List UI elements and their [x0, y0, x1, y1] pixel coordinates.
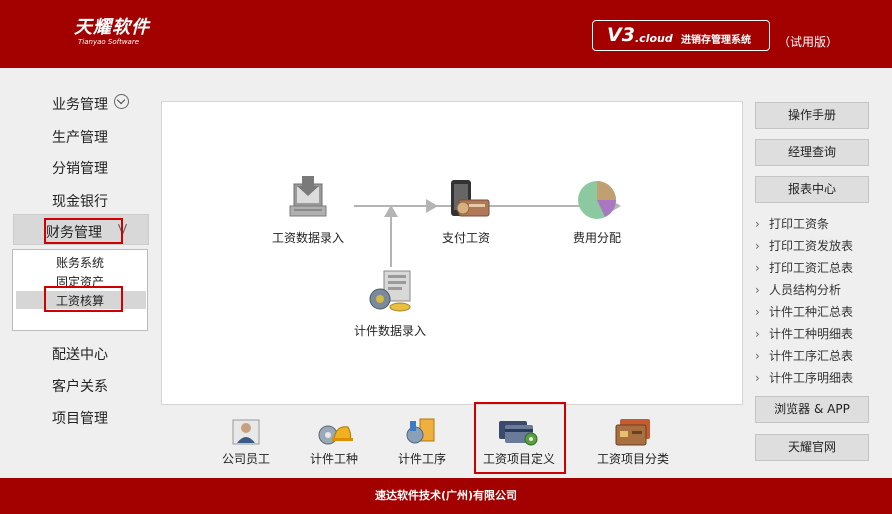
top-header-bar: 天耀软件 Tianyao Software V3 .cloud 进销存管理系统 … — [0, 0, 892, 68]
pie-chart-icon — [578, 181, 616, 219]
flow-node-cost-allocation[interactable]: 费用分配 — [562, 180, 632, 246]
expand-chevron-icon[interactable] — [114, 94, 129, 109]
trial-label: （试用版） — [778, 35, 839, 49]
flow-node-wage-entry[interactable]: 工资数据录入 — [267, 174, 349, 246]
wage-item-category-label: 工资项目分类 — [596, 452, 669, 466]
report-link-label: 打印工资发放表 — [769, 239, 854, 253]
footer-bar: 速达软件技术(广州)有限公司 — [0, 478, 892, 514]
footer-company: 速达软件技术(广州)有限公司 — [374, 489, 518, 502]
arrow-up-icon — [384, 205, 398, 217]
report-link-label: 打印工资条 — [769, 217, 830, 231]
payroll-highlight-box — [44, 286, 123, 312]
wage-item-definition-highlight-box — [474, 402, 566, 474]
process-icon — [406, 418, 435, 444]
report-link-label: 计件工种明细表 — [769, 327, 854, 341]
report-link-7[interactable]: › 计件工序明细表 — [755, 369, 853, 386]
payment-icon — [451, 180, 490, 217]
worker-helmet-icon — [318, 425, 353, 445]
system-name: 进销存管理系统 — [681, 35, 751, 46]
wage-entry-label: 工资数据录入 — [271, 231, 344, 245]
logo-text-cn: 天耀软件 — [74, 17, 150, 38]
nav-crm[interactable]: 客户关系 — [52, 376, 108, 396]
bottom-item-wage-item-category[interactable]: 工资项目分类 — [592, 417, 674, 467]
company-logo: 天耀软件 Tianyao Software — [74, 17, 150, 47]
chevron-right-icon: › — [755, 261, 760, 275]
flow-node-piece-entry[interactable]: 计件数据录入 — [342, 269, 438, 339]
nav-project[interactable]: 项目管理 — [52, 408, 108, 428]
version-number: V3 — [607, 24, 635, 46]
official-site-button[interactable]: 天耀官网 — [755, 434, 869, 461]
nav-business[interactable]: 业务管理 — [52, 94, 108, 114]
report-link-1[interactable]: › 打印工资发放表 — [755, 237, 853, 254]
chevron-right-icon: › — [755, 327, 760, 341]
processes-label: 计件工序 — [397, 452, 446, 466]
report-center-button[interactable]: 报表中心 — [755, 176, 869, 203]
chevron-right-icon: › — [755, 283, 760, 297]
browser-app-button[interactable]: 浏览器 & APP — [755, 396, 869, 423]
bottom-item-processes[interactable]: 计件工序 — [394, 417, 450, 467]
chevron-right-icon: › — [755, 349, 760, 363]
payroll-flow-panel: 工资数据录入 支付工资 费用分配 计件数据录入 — [161, 101, 743, 405]
report-link-label: 计件工序汇总表 — [769, 349, 854, 363]
chevron-right-icon: › — [755, 371, 760, 385]
report-link-label: 打印工资汇总表 — [769, 261, 854, 275]
chevron-right-icon: › — [755, 239, 760, 253]
report-link-0[interactable]: › 打印工资条 — [755, 215, 829, 232]
report-link-2[interactable]: › 打印工资汇总表 — [755, 259, 853, 276]
employee-icon — [232, 419, 260, 445]
report-link-6[interactable]: › 计件工序汇总表 — [755, 347, 853, 364]
bottom-item-employees[interactable]: 公司员工 — [218, 417, 274, 467]
version-cloud: .cloud — [635, 32, 673, 45]
finance-highlight-box — [44, 218, 123, 244]
version-badge: V3 .cloud 进销存管理系统 — [592, 20, 770, 51]
report-link-5[interactable]: › 计件工种明细表 — [755, 325, 853, 342]
category-cards-icon — [615, 419, 650, 446]
report-link-label: 计件工种汇总表 — [769, 305, 854, 319]
cost-allocation-label: 费用分配 — [572, 231, 621, 245]
pay-wage-label: 支付工资 — [441, 231, 490, 245]
operation-manual-button[interactable]: 操作手册 — [755, 102, 869, 129]
chevron-right-icon: › — [755, 305, 760, 319]
nav-production[interactable]: 生产管理 — [52, 127, 108, 147]
chevron-right-icon: › — [755, 217, 760, 231]
employees-label: 公司员工 — [221, 452, 270, 466]
report-link-label: 计件工序明细表 — [769, 371, 854, 385]
report-link-label: 人员结构分析 — [769, 283, 842, 297]
piece-types-label: 计件工种 — [309, 452, 358, 466]
manager-query-button[interactable]: 经理查询 — [755, 139, 869, 166]
flow-connector-up — [390, 212, 392, 267]
report-link-4[interactable]: › 计件工种汇总表 — [755, 303, 853, 320]
piece-entry-icon — [369, 270, 411, 312]
nav-delivery[interactable]: 配送中心 — [52, 344, 108, 364]
piece-entry-label: 计件数据录入 — [353, 324, 426, 338]
data-entry-icon — [289, 176, 327, 217]
flow-node-pay-wage[interactable]: 支付工资 — [430, 180, 502, 246]
submenu-accounting[interactable]: 账务系统 — [56, 254, 104, 271]
nav-distribution[interactable]: 分销管理 — [52, 158, 108, 178]
nav-cash-bank[interactable]: 现金银行 — [52, 191, 108, 211]
report-link-3[interactable]: › 人员结构分析 — [755, 281, 841, 298]
bottom-item-piece-types[interactable]: 计件工种 — [306, 417, 362, 467]
logo-text-en: Tianyao Software — [78, 38, 140, 46]
